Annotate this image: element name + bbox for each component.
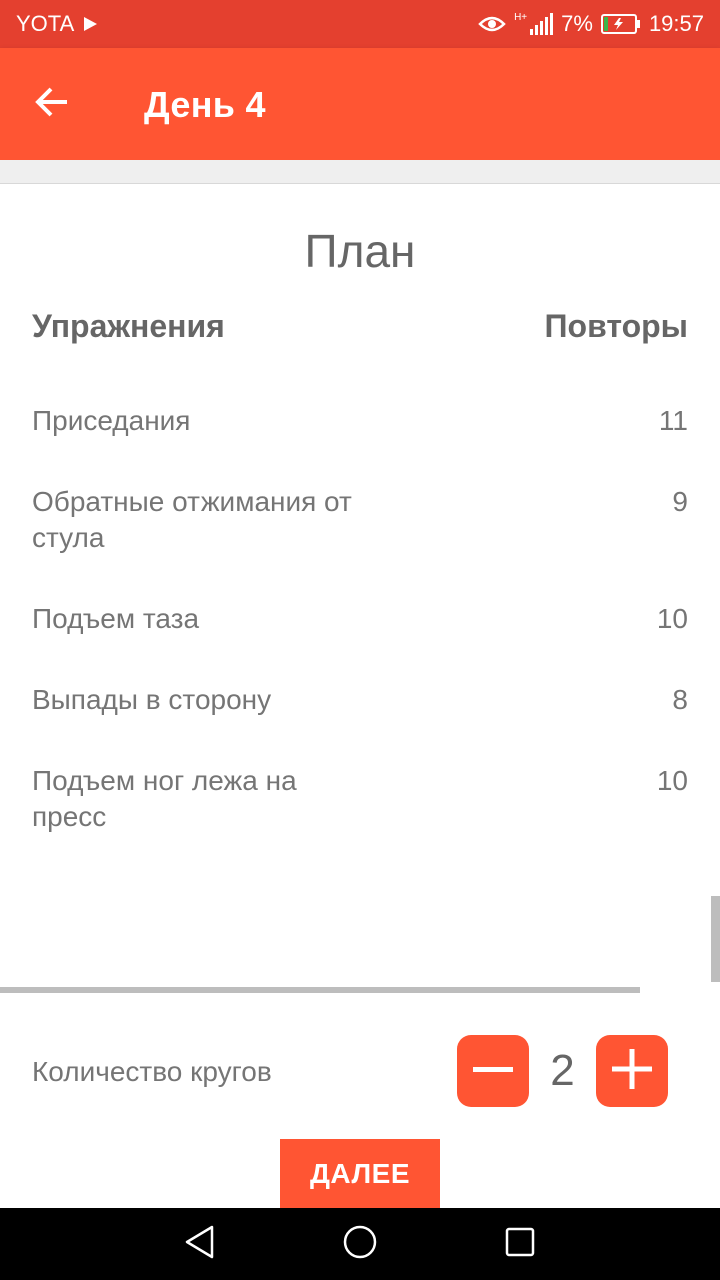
- exercise-reps: 10: [656, 765, 688, 796]
- plan-title: План: [304, 225, 416, 277]
- nav-back-button[interactable]: [180, 1224, 220, 1264]
- scrollbar-thumb[interactable]: [711, 896, 720, 982]
- rounds-count: 2: [550, 1046, 575, 1095]
- exercise-reps: 8: [672, 684, 688, 715]
- exercise-reps: 11: [658, 405, 688, 436]
- exercise-reps: 9: [672, 486, 688, 517]
- content-top-edge: [0, 160, 720, 184]
- decrease-rounds-button[interactable]: [457, 1035, 529, 1107]
- nav-back-icon: [184, 1225, 216, 1264]
- eye-icon: [478, 14, 506, 34]
- next-button[interactable]: ДАЛЕЕ: [280, 1139, 440, 1209]
- status-bar: YOTA H+ 7% 19:57: [0, 0, 720, 48]
- exercise-name: Обратные отжимания от стула: [32, 486, 352, 553]
- network-type: H+: [514, 12, 528, 23]
- play-icon: [82, 16, 98, 32]
- battery-icon: [600, 14, 641, 34]
- exercises-column-header: Упражнения: [32, 308, 225, 344]
- signal-icon: H+: [514, 12, 554, 35]
- battery-percent: 7%: [561, 11, 593, 36]
- clock: 19:57: [648, 11, 704, 36]
- arrow-back-icon: [34, 84, 70, 125]
- system-nav-bar: [0, 1208, 720, 1280]
- exercise-name: Подъем таза: [32, 603, 200, 634]
- exercise-name: Приседания: [32, 405, 191, 436]
- plus-icon: [610, 1047, 654, 1096]
- app-toolbar: День 4: [0, 48, 720, 160]
- increase-rounds-button[interactable]: [596, 1035, 668, 1107]
- rounds-label: Количество кругов: [32, 1056, 272, 1087]
- minus-icon: [471, 1047, 515, 1096]
- nav-home-icon: [343, 1225, 377, 1264]
- nav-home-button[interactable]: [340, 1224, 380, 1264]
- carrier-name: YOTA: [16, 11, 75, 36]
- page-title: День 4: [144, 84, 266, 125]
- section-divider: [0, 987, 640, 993]
- nav-recents-button[interactable]: [500, 1224, 540, 1264]
- reps-column-header: Повторы: [544, 308, 688, 344]
- back-button[interactable]: [20, 72, 84, 136]
- exercise-reps: 10: [656, 603, 688, 634]
- exercise-name: Выпады в сторону: [32, 684, 272, 715]
- exercise-name: Подъем ног лежа на пресс: [32, 765, 297, 832]
- nav-recents-icon: [505, 1227, 535, 1262]
